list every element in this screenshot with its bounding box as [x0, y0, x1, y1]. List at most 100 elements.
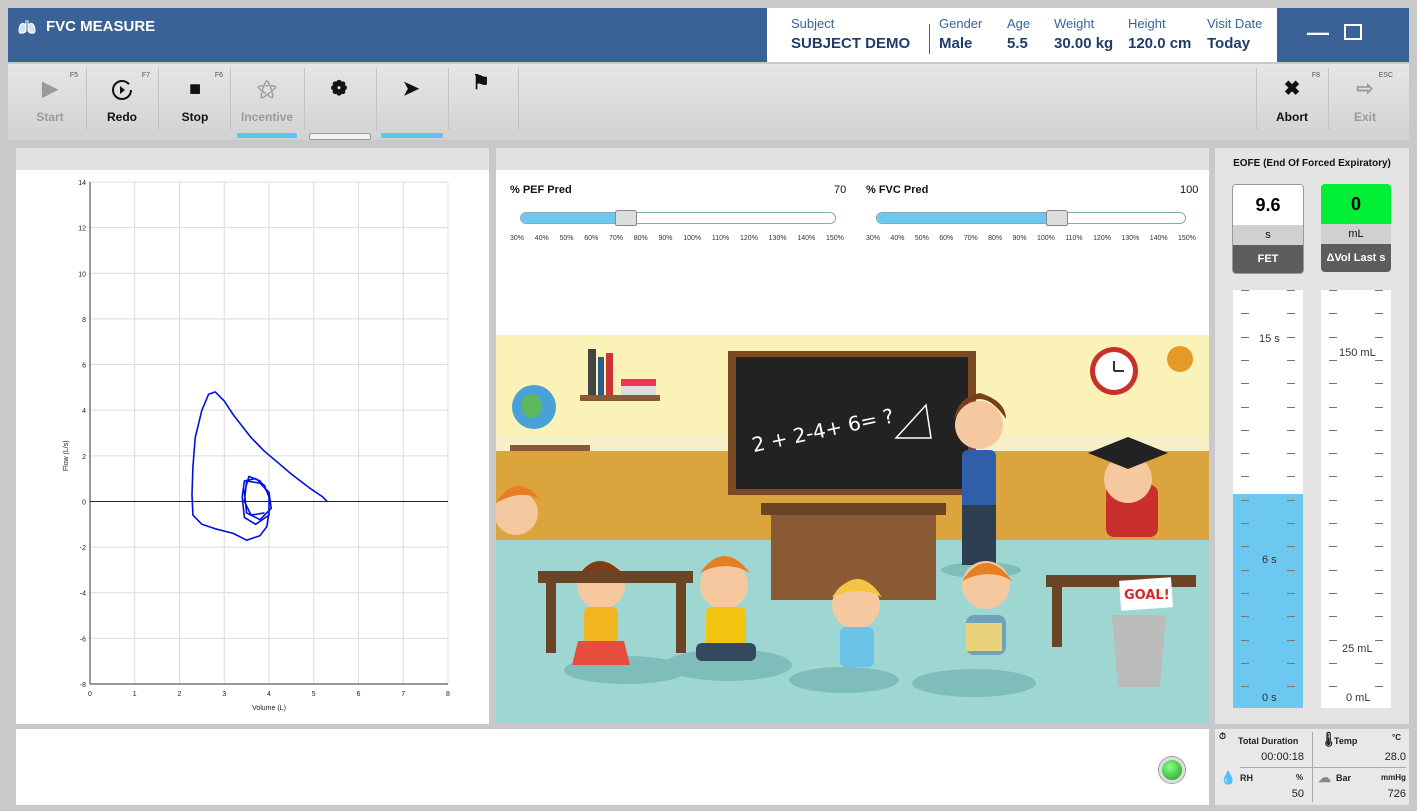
y-tick-label: -8 — [80, 682, 86, 689]
x-tick-label: 2 — [178, 691, 182, 698]
gauge-tick — [1241, 359, 1249, 361]
pef-slider-thumb[interactable] — [615, 210, 637, 226]
fet-unit: s — [1233, 225, 1303, 245]
slider-tick-label: 110% — [1065, 235, 1083, 242]
x-tick-label: 6 — [357, 691, 361, 698]
slider-tick-label: 100% — [1036, 235, 1055, 242]
total-duration-value: 00:00:18 — [1261, 751, 1304, 763]
gauge-tick — [1329, 453, 1337, 455]
time-gauge-fill — [1233, 493, 1303, 708]
gauge-tick — [1241, 406, 1249, 408]
slider-tick-label: 130% — [1121, 235, 1140, 242]
lungs-cycle-button[interactable]: ❁ — [305, 66, 373, 136]
weight-label: Weight — [1054, 16, 1095, 31]
gauge-tick — [1241, 499, 1249, 501]
gauge-tick — [1375, 546, 1383, 548]
y-tick-label: -6 — [80, 636, 86, 643]
exit-button[interactable]: ESC ⇨ Exit — [1331, 66, 1399, 136]
x-tick-label: 4 — [267, 691, 271, 698]
time-gauge-label-15: 15 s — [1259, 333, 1280, 345]
gauge-tick — [1375, 592, 1383, 594]
flow-volume-chart: 0 1 2 3 4 5 6 7 8-8-6-4-202468101214Volume (L)Fl… — [63, 180, 450, 712]
slider-tick-label: 120% — [1093, 235, 1111, 242]
fvc-slider-thumb[interactable] — [1045, 210, 1068, 226]
gauge-tick — [1241, 313, 1249, 315]
subject-info-panel: Subject SUBJECT DEMO Gender Male Age 5.5… — [767, 8, 1277, 62]
gauge-tick — [1375, 406, 1383, 408]
vol-gauge-label-25: 25 mL — [1342, 643, 1373, 655]
start-button[interactable]: F5 ▶ Start — [16, 66, 84, 136]
slider-tick-label: 60% — [939, 235, 954, 242]
gauge-tick — [1375, 686, 1383, 688]
gauge-tick — [1329, 359, 1337, 361]
stopwatch-icon: ⏱ — [1219, 731, 1227, 741]
y-tick-label: 2 — [82, 454, 86, 461]
pef-slider-value: 70 — [834, 184, 847, 196]
gauge-tick — [1329, 290, 1337, 291]
gauge-tick — [1375, 569, 1383, 571]
gauge-tick — [1375, 523, 1383, 524]
status-indicator — [1159, 757, 1185, 783]
gauge-tick — [1287, 406, 1295, 408]
gender-value: Male — [939, 35, 973, 52]
y-tick-label: -4 — [80, 591, 86, 598]
stop-button[interactable]: F6 ■ Stop — [161, 66, 229, 136]
slider-tick-label: 90% — [1012, 235, 1027, 242]
y-tick-label: 6 — [82, 363, 86, 370]
gender-label: Gender — [939, 16, 983, 31]
gauge-tick — [1375, 429, 1383, 431]
incentive-label: Incentive — [240, 110, 294, 124]
x-tick-label: 0 — [88, 691, 92, 698]
fvc-slider-label: % FVC Pred — [866, 184, 929, 196]
exit-shortcut: ESC — [1378, 72, 1393, 79]
temp-label: Temp — [1334, 736, 1358, 746]
fet-value: 9.6 — [1233, 185, 1303, 225]
gauge-tick — [1329, 429, 1337, 431]
gauge-tick — [1329, 686, 1337, 688]
expire-button[interactable]: ➤ — [377, 66, 445, 136]
gauge-tick — [1375, 313, 1383, 315]
visit-date-label: Visit Date — [1207, 16, 1263, 31]
slider-tick-label: 60% — [584, 235, 599, 242]
gauge-tick — [1287, 523, 1295, 524]
dvol-card: 0 mL ΔVol Last s — [1321, 184, 1391, 272]
gauge-tick — [1287, 686, 1295, 688]
x-tick-label: 5 — [312, 691, 316, 698]
dvol-name: ΔVol Last s — [1321, 244, 1391, 272]
abort-button[interactable]: F8 ✖ Abort — [1258, 66, 1326, 136]
dvol-value: 0 — [1321, 184, 1391, 224]
age-label: Age — [1007, 16, 1031, 31]
gauge-tick — [1375, 290, 1383, 291]
flow-volume-panel-header — [16, 148, 489, 170]
classroom-illustration: 2 + 2-4+ 6= ? GOAL! — [496, 335, 1209, 724]
gauge-tick — [1375, 453, 1383, 455]
goal-sign: GOAL! — [1124, 588, 1170, 603]
restore-button[interactable] — [1344, 24, 1362, 40]
gauge-tick — [1287, 592, 1295, 594]
flow-volume-loop — [191, 391, 328, 541]
slider-tick-label: 120% — [740, 235, 758, 242]
gauge-tick — [1329, 523, 1337, 524]
lungs-cycle-indicator — [309, 133, 371, 140]
humidity-icon: 💧 — [1220, 770, 1237, 785]
fvc-slider-ticks: 30% 40% 50% 60% 70% 80% 90% 100% 110% 120% 130% 140… — [866, 235, 1196, 242]
gauge-tick — [1375, 662, 1383, 664]
stop-label: Stop — [181, 110, 209, 124]
finish-button[interactable]: ⚑ — [450, 66, 516, 136]
weight-value: 30.00 kg — [1054, 35, 1114, 52]
gauge-tick — [1287, 313, 1295, 315]
redo-button[interactable]: F7 Redo — [88, 66, 156, 136]
lungs-cycle-icon: ❁ — [330, 78, 348, 100]
gauge-tick — [1241, 592, 1249, 594]
eofe-title: EOFE (End Of Forced Expiratory) — [1233, 158, 1391, 169]
status-bar — [16, 729, 1209, 805]
gauge-tick — [1287, 383, 1295, 385]
slider-tick-label: 30% — [510, 235, 525, 242]
minimize-button[interactable]: — — [1307, 20, 1329, 46]
slider-tick-label: 130% — [768, 235, 787, 242]
gauge-tick — [1241, 523, 1249, 524]
gauge-tick — [1287, 359, 1295, 361]
gauge-tick — [1241, 616, 1249, 618]
incentive-button[interactable]: ⚝ Incentive — [233, 66, 301, 136]
app-title-text: FVC MEASURE — [46, 18, 156, 35]
